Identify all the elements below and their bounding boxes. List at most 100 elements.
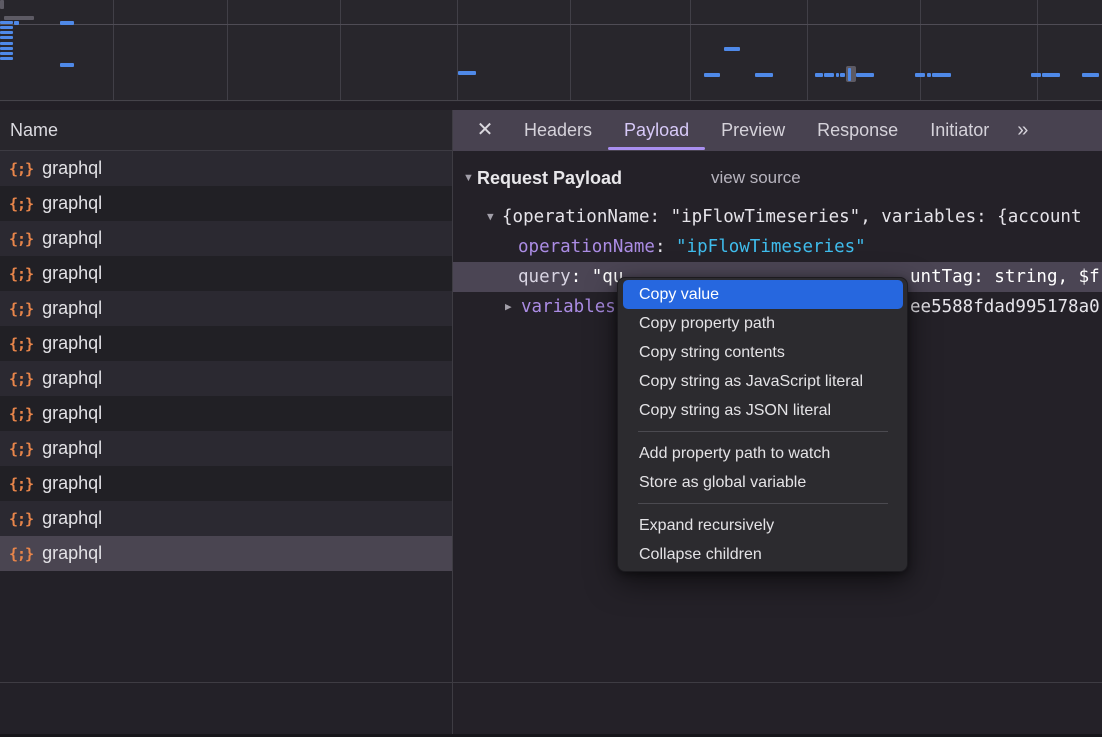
json-request-icon: {;}	[9, 230, 33, 248]
json-request-icon: {;}	[9, 265, 33, 283]
request-row[interactable]: {;}graphql	[0, 501, 452, 536]
request-timing-bar	[0, 31, 13, 34]
close-icon[interactable]: ✕	[469, 110, 501, 151]
menu-separator	[638, 503, 888, 504]
view-source-link[interactable]: view source	[711, 163, 801, 193]
menu-item-expand-recursively[interactable]: Expand recursively	[618, 511, 907, 540]
request-timing-bar	[824, 73, 834, 77]
payload-row-operationname[interactable]: operationName: "ipFlowTimeseries"	[453, 232, 1102, 262]
menu-item-copy-property-path[interactable]: Copy property path	[618, 309, 907, 338]
panel-divider[interactable]	[452, 110, 453, 737]
network-overview[interactable]	[0, 0, 1102, 101]
menu-item-copy-value[interactable]: Copy value	[623, 280, 903, 309]
request-row[interactable]: {;}graphql	[0, 186, 452, 221]
request-timing-bar	[458, 71, 476, 75]
request-timing-bar	[0, 21, 13, 24]
request-row[interactable]: {;}graphql	[0, 221, 452, 256]
tab-label: Preview	[721, 120, 785, 140]
request-name-label: graphql	[42, 473, 102, 494]
collapse-triangle-icon[interactable]: ▼	[463, 163, 474, 193]
request-timing-bar	[840, 73, 845, 77]
json-request-icon: {;}	[9, 440, 33, 458]
menu-item-store-as-global-variable[interactable]: Store as global variable	[618, 468, 907, 497]
object-preview-text: {operationName: "ipFlowTimeseries", vari…	[502, 202, 1081, 232]
request-name-label: graphql	[42, 543, 102, 564]
request-timing-bar	[1042, 73, 1060, 77]
request-row[interactable]: {;} graphql	[0, 396, 452, 431]
property-key: query	[518, 267, 571, 287]
menu-item-copy-string-as-json-literal[interactable]: Copy string as JSON literal	[618, 396, 907, 425]
request-timing-bar	[0, 42, 13, 45]
active-tab-underline	[608, 147, 705, 150]
request-row[interactable]: {;} graphql	[0, 256, 452, 291]
overview-gridline	[227, 0, 228, 100]
json-request-icon: {;}	[9, 405, 33, 423]
property-value-right: ee5588fdad995178a0	[910, 292, 1100, 322]
context-menu: Copy valueCopy property pathCopy string …	[617, 277, 908, 572]
expand-triangle-icon[interactable]: ▶	[505, 292, 512, 322]
menu-item-copy-string-contents[interactable]: Copy string contents	[618, 338, 907, 367]
tab-initiator[interactable]: Initiator	[914, 110, 1005, 151]
request-timing-bar	[60, 21, 74, 25]
request-timing-bar	[1082, 73, 1099, 77]
collapse-triangle-icon[interactable]: ▼	[487, 202, 494, 232]
request-row[interactable]: {;} graphql	[0, 536, 452, 571]
request-row[interactable]: {;} graphql	[0, 466, 452, 501]
menu-item-copy-string-as-javascript-literal[interactable]: Copy string as JavaScript literal	[618, 367, 907, 396]
request-name-label: graphql	[42, 403, 102, 424]
tab-response[interactable]: Response	[801, 110, 914, 151]
property-key: operationName	[518, 237, 655, 257]
request-timing-bar	[755, 73, 773, 77]
request-rows: {;} graphql {;} graphql {;} graphql {;} graphql…	[0, 151, 452, 571]
json-request-icon: {;}	[9, 545, 33, 563]
request-name-label: graphql	[42, 263, 102, 284]
payload-object-preview-row[interactable]: ▼ {operationName: "ipFlowTimeseries", va…	[453, 202, 1102, 232]
request-timing-bar	[856, 73, 874, 77]
request-timing-bar	[927, 73, 931, 77]
json-request-icon: {;}	[9, 335, 33, 353]
request-timing-bar	[704, 73, 720, 77]
request-row[interactable]: {;}graphql	[0, 431, 452, 466]
request-row[interactable]: {;}graphql	[0, 361, 452, 396]
name-column-header[interactable]: Name	[0, 110, 452, 151]
request-row[interactable]: {;}graphql	[0, 151, 452, 186]
tab-preview[interactable]: Preview	[705, 110, 801, 151]
request-timing-bar	[915, 73, 925, 77]
json-request-icon: {;}	[9, 300, 33, 318]
request-timing-bar	[0, 57, 13, 60]
request-row[interactable]: {;} graphql	[0, 291, 452, 326]
request-payload-section-header[interactable]: ▼ Request Payload view source	[453, 163, 1102, 193]
overview-gridline	[457, 0, 458, 100]
request-name-label: graphql	[42, 333, 102, 354]
overview-gridline	[690, 0, 691, 100]
request-timing-bar	[0, 36, 13, 39]
devtools-window: Name {;}graphql{;}graphql{;}graphql{;}gr…	[0, 0, 1102, 737]
request-timing-bar	[14, 21, 19, 25]
request-name-label: graphql	[42, 298, 102, 319]
more-tabs-icon[interactable]: »	[1017, 119, 1026, 142]
property-value-right: untTag: string, $f	[910, 262, 1100, 292]
overview-gridline	[570, 0, 571, 100]
request-name-label: graphql	[42, 508, 102, 529]
json-request-icon: {;}	[9, 370, 33, 388]
request-timing-bar-grey	[4, 16, 34, 20]
request-row[interactable]: {;} graphql	[0, 326, 452, 361]
overview-bottom-strip	[0, 102, 1102, 110]
tab-payload[interactable]: Payload	[608, 110, 705, 151]
request-timing-bar	[60, 63, 74, 67]
tab-label: Payload	[624, 120, 689, 140]
overview-gridline	[0, 24, 1102, 25]
json-request-icon: {;}	[9, 160, 33, 178]
json-request-icon: {;}	[9, 475, 33, 493]
menu-separator	[638, 431, 888, 432]
property-value: "ipFlowTimeseries"	[676, 237, 866, 257]
overview-gridline	[1037, 0, 1038, 100]
tab-headers[interactable]: Headers	[508, 110, 608, 151]
tab-label: Response	[817, 120, 898, 140]
request-timing-bar-grey	[0, 0, 4, 9]
menu-item-collapse-children[interactable]: Collapse children	[618, 540, 907, 569]
menu-item-add-property-path-to-watch[interactable]: Add property path to watch	[618, 439, 907, 468]
section-title: Request Payload	[477, 163, 622, 193]
tab-label: Initiator	[930, 120, 989, 140]
json-request-icon: {;}	[9, 195, 33, 213]
